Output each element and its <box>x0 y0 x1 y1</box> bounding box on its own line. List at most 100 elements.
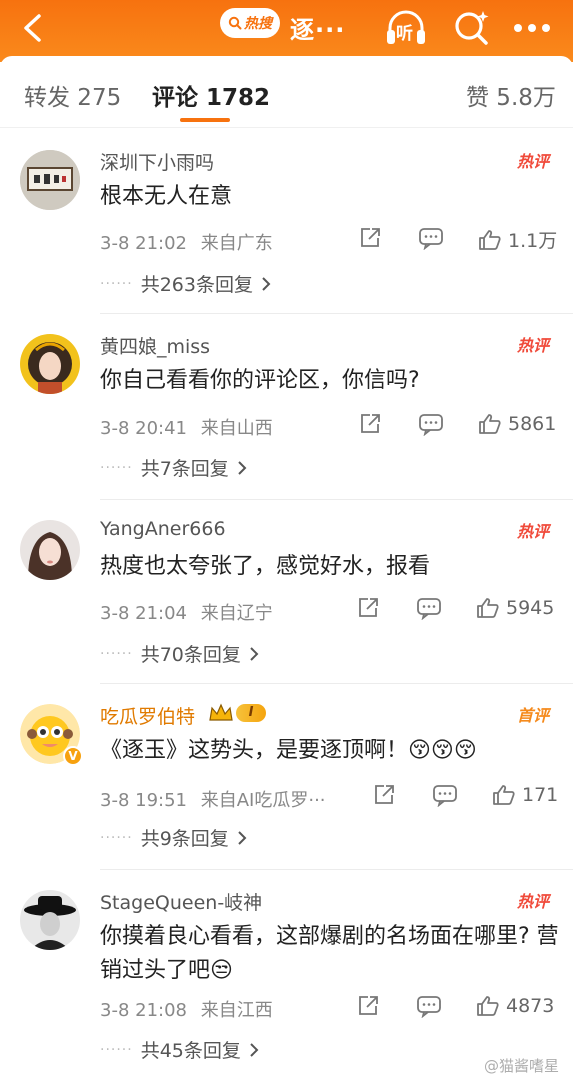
comment-item: 黄四娘_miss 热评 你自己看看你的评论区，你信吗? 3-8 20:41 来自… <box>0 314 573 500</box>
reply-button[interactable] <box>418 412 444 436</box>
comment-meta: 3-8 21:04 来自辽宁 <box>100 599 273 625</box>
username[interactable]: 吃瓜罗伯特 <box>100 702 195 729</box>
avatar[interactable] <box>20 150 80 210</box>
comment-time: 3-8 20:41 <box>100 418 187 439</box>
chevron-right-icon <box>238 460 247 475</box>
comment-location: 来自广东 <box>200 233 273 254</box>
like-button[interactable]: 1.1万 <box>478 226 557 253</box>
chevron-right-icon <box>238 830 247 845</box>
view-replies-link[interactable]: ······ 共7条回复 <box>100 454 247 481</box>
thumb-up-icon <box>477 996 499 1016</box>
comment-item: 深圳下小雨吗 热评 根本无人在意 3-8 21:02 来自广东 1.1万 ···… <box>0 130 573 314</box>
comment-meta: 3-8 21:02 来自广东 <box>100 229 273 255</box>
avatar-calligraphy-image <box>20 150 80 210</box>
hot-comment-badge: 热评 <box>516 336 549 355</box>
avatar[interactable]: V <box>20 704 83 766</box>
share-icon <box>359 996 378 1015</box>
comment-text: 你自己看看你的评论区，你信吗? <box>100 368 420 393</box>
vip-level: I <box>236 704 266 722</box>
view-replies-link[interactable]: ······ 共70条回复 <box>100 640 259 667</box>
thumb-up-icon <box>479 414 501 434</box>
more-button[interactable] <box>510 6 554 50</box>
listen-button[interactable]: 听 <box>384 6 428 50</box>
verified-badge-icon: V <box>63 746 83 766</box>
search-button[interactable] <box>450 6 494 50</box>
share-button[interactable] <box>358 412 382 436</box>
like-count: 5861 <box>508 413 557 435</box>
share-icon <box>359 598 378 617</box>
comment-location: 来自江西 <box>200 1000 273 1021</box>
tab-likes[interactable]: 赞 5.8万 <box>466 78 556 112</box>
hot-search-pill[interactable]: 热搜 <box>220 8 280 38</box>
tab-reposts[interactable]: 转发 275 <box>24 78 121 112</box>
comment-time: 3-8 21:04 <box>100 603 187 624</box>
like-button[interactable]: 171 <box>492 783 558 807</box>
hot-search-label: 热搜 <box>244 16 272 32</box>
comment-item: YangAner666 热评 热度也太夸张了，感觉好水，报看 3-8 21:04… <box>0 500 573 684</box>
watermark: @猫酱嗜星 <box>483 1057 559 1075</box>
back-arrow-icon <box>24 14 41 42</box>
view-replies-link[interactable]: ······ 共9条回复 <box>100 824 247 851</box>
avatar[interactable] <box>20 334 80 394</box>
share-icon <box>361 414 380 433</box>
chevron-right-icon <box>262 276 271 291</box>
comment-text: 热度也太夸张了，感觉好水，报看 <box>100 554 431 579</box>
comment-meta: 3-8 21:08 来自江西 <box>100 996 273 1022</box>
comment-item: V 吃瓜罗伯特 I 首评 《逐玉》这势头，是要逐顶啊！😚😚😚 3-8 19:51… <box>0 684 573 870</box>
reply-count: 共7条回复 <box>140 458 229 480</box>
username[interactable]: StageQueen-岐神 <box>100 888 262 915</box>
username[interactable]: YangAner666 <box>100 518 226 540</box>
more-dots-icon <box>514 24 550 32</box>
comment-meta: 3-8 20:41 来自山西 <box>100 414 273 440</box>
topic-title[interactable]: 逐··· <box>290 10 345 45</box>
hot-comment-badge: 热评 <box>516 892 549 911</box>
thumb-up-icon <box>479 229 501 250</box>
chevron-right-icon <box>250 1042 259 1057</box>
reply-button[interactable] <box>432 783 458 807</box>
comment-time: 3-8 21:02 <box>100 233 187 254</box>
reply-count: 共9条回复 <box>140 828 229 850</box>
comment-icon <box>417 996 441 1018</box>
dotted-leader: ······ <box>100 459 133 476</box>
avatar-portrait-image <box>20 520 80 580</box>
like-count: 4873 <box>506 995 555 1017</box>
share-button[interactable] <box>356 596 380 620</box>
comment-location: 来自山西 <box>200 418 273 439</box>
avatar[interactable] <box>20 520 80 580</box>
like-button[interactable]: 5945 <box>476 596 554 620</box>
comment-location: 来自辽宁 <box>200 603 273 624</box>
active-tab-indicator <box>180 118 230 122</box>
reply-button[interactable] <box>418 226 444 250</box>
comment-icon <box>433 785 457 807</box>
back-button[interactable] <box>14 10 50 46</box>
view-replies-link[interactable]: ······ 共263条回复 <box>100 270 271 297</box>
crown-icon <box>209 703 233 721</box>
share-button[interactable] <box>356 994 380 1018</box>
avatar[interactable] <box>20 890 80 950</box>
reply-button[interactable] <box>416 994 442 1018</box>
view-replies-link[interactable]: ······ 共45条回复 <box>100 1036 259 1063</box>
share-icon <box>375 785 394 804</box>
tab-comments[interactable]: 评论 1782 <box>152 78 270 112</box>
comment-icon <box>417 598 441 620</box>
comment-time: 3-8 19:51 <box>100 790 187 811</box>
dotted-leader: ······ <box>100 275 133 292</box>
like-count: 5945 <box>506 597 555 619</box>
first-comment-badge: 首评 <box>516 706 549 725</box>
like-button[interactable]: 5861 <box>478 412 556 436</box>
username[interactable]: 黄四娘_miss <box>100 332 210 359</box>
comment-text: 《逐玉》这势头，是要逐顶啊！😚😚😚 <box>100 738 477 763</box>
username[interactable]: 深圳下小雨吗 <box>100 148 214 175</box>
reply-count: 共70条回复 <box>140 644 241 666</box>
comment-location: 来自AI吃瓜罗··· <box>200 790 326 811</box>
dotted-leader: ······ <box>100 1041 133 1058</box>
comment-icon <box>419 414 443 436</box>
avatar-portrait-image <box>20 334 80 394</box>
share-button[interactable] <box>372 783 396 807</box>
like-button[interactable]: 4873 <box>476 994 554 1018</box>
reply-count: 共45条回复 <box>140 1040 241 1062</box>
chevron-right-icon <box>250 646 259 661</box>
share-button[interactable] <box>358 226 382 250</box>
comment-text: 你摸着良心看看，这部爆剧的名场面在哪里? 营销过头了吧😒 <box>100 924 559 983</box>
reply-button[interactable] <box>416 596 442 620</box>
